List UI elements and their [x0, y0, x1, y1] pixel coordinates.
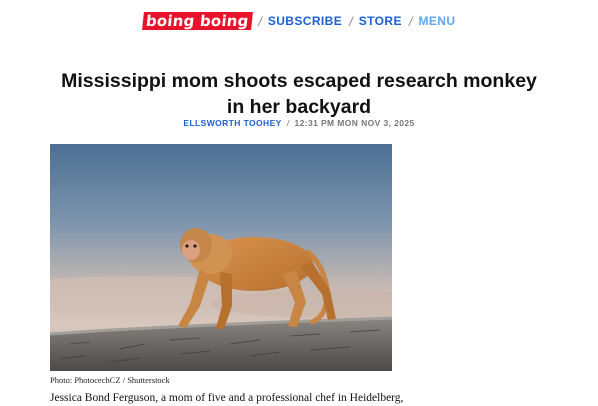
nav-separator: /: [408, 13, 413, 29]
byline-separator: /: [286, 118, 290, 128]
nav-separator: /: [258, 13, 262, 29]
nav-menu-link[interactable]: MENU: [418, 14, 455, 28]
site-logo[interactable]: boing boing: [141, 12, 253, 30]
article-title: Mississippi mom shoots escaped research …: [61, 70, 537, 118]
article-timestamp: 12:31 PM MON NOV 3, 2025: [294, 118, 415, 128]
author-link[interactable]: ELLSWORTH TOOHEY: [183, 118, 281, 128]
top-nav: boing boing / SUBSCRIBE / STORE / MENU: [0, 10, 598, 32]
article-body-paragraph: Jessica Bond Ferguson, a mom of five and…: [50, 392, 404, 404]
nav-store-link[interactable]: STORE: [359, 14, 402, 28]
article-photo: [50, 144, 392, 371]
photo-caption: Photo: PhotocechCZ / Shutterstock: [50, 375, 170, 385]
monkey-photo-illustration: [50, 144, 392, 371]
nav-separator: /: [349, 13, 353, 29]
nav-subscribe-link[interactable]: SUBSCRIBE: [268, 14, 342, 28]
article-byline: ELLSWORTH TOOHEY / 12:31 PM MON NOV 3, 202…: [0, 118, 598, 128]
